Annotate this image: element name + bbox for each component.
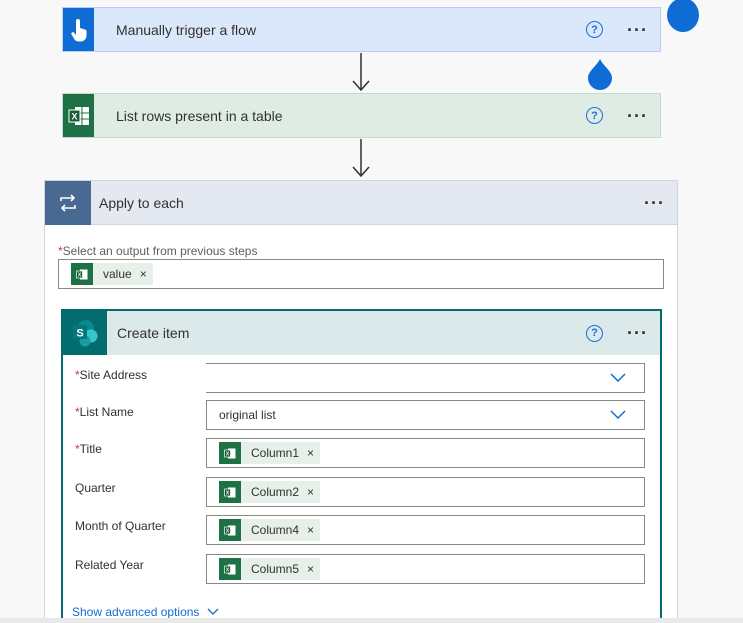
excel-icon: X: [63, 94, 94, 137]
help-icon[interactable]: ?: [586, 21, 604, 38]
more-options-button[interactable]: ···: [644, 194, 665, 212]
close-icon[interactable]: ×: [140, 267, 147, 281]
close-icon[interactable]: ×: [307, 446, 314, 460]
column1-token[interactable]: X Column1 ×: [219, 442, 321, 464]
output-field-label: *Select an output from previous steps: [58, 244, 258, 258]
list-name-row: *List Name original list: [63, 400, 660, 430]
apply-to-each-header[interactable]: Apply to each ···: [45, 180, 677, 225]
excel-title: List rows present in a table: [116, 107, 283, 124]
excel-icon: X: [219, 442, 241, 464]
title-row: *Title X Column1 ×: [63, 438, 660, 468]
related-year-input[interactable]: X Column5 ×: [206, 554, 645, 584]
more-options-button[interactable]: ···: [627, 324, 648, 342]
chevron-down-icon: [610, 410, 626, 420]
excel-icon: X: [71, 263, 93, 285]
site-address-label: *Site Address: [75, 368, 148, 382]
column2-token[interactable]: X Column2 ×: [219, 481, 321, 503]
flow-arrow: [352, 53, 370, 92]
close-icon[interactable]: ×: [307, 523, 314, 537]
close-icon[interactable]: ×: [307, 485, 314, 499]
related-year-label: Related Year: [75, 558, 144, 572]
month-of-quarter-input[interactable]: X Column4 ×: [206, 515, 645, 545]
value-token[interactable]: X value ×: [71, 263, 153, 285]
quarter-label: Quarter: [75, 481, 116, 495]
title-input[interactable]: X Column1 ×: [206, 438, 645, 468]
token-label: value: [103, 267, 132, 281]
output-input[interactable]: X value ×: [58, 259, 664, 289]
excel-icon: X: [219, 481, 241, 503]
trigger-card[interactable]: Manually trigger a flow ? ···: [62, 7, 661, 52]
apply-to-each-card: Apply to each ··· *Select an output from…: [44, 180, 678, 623]
help-icon[interactable]: ?: [586, 324, 604, 342]
touch-trigger-icon: [63, 8, 94, 51]
column4-token[interactable]: X Column4 ×: [219, 519, 321, 541]
bottom-edge: [0, 618, 743, 623]
excel-icon: X: [219, 558, 241, 580]
month-of-quarter-label: Month of Quarter: [75, 519, 166, 533]
site-address-dropdown[interactable]: [206, 363, 645, 393]
svg-text:S: S: [76, 328, 83, 340]
create-item-card: S Create item ? ··· *Site Address *List …: [61, 309, 662, 623]
help-icon[interactable]: ?: [586, 107, 604, 124]
list-name-value: original list: [219, 408, 276, 422]
quarter-row: Quarter X Column2 ×: [63, 477, 660, 507]
quarter-input[interactable]: X Column2 ×: [206, 477, 645, 507]
chevron-down-icon: [610, 373, 626, 383]
more-options-button[interactable]: ···: [627, 107, 648, 125]
list-name-label: *List Name: [75, 405, 134, 419]
create-item-title: Create item: [117, 325, 190, 341]
excel-icon: X: [219, 519, 241, 541]
show-advanced-options-link[interactable]: Show advanced options: [72, 605, 219, 619]
token-label: Column2: [251, 485, 300, 499]
title-label: *Title: [75, 442, 102, 456]
chevron-down-icon: [207, 608, 219, 615]
related-year-row: Related Year X Column5 ×: [63, 554, 660, 584]
token-label: Column1: [251, 446, 300, 460]
column5-token[interactable]: X Column5 ×: [219, 558, 321, 580]
more-options-button[interactable]: ···: [627, 21, 648, 39]
excel-list-rows-card[interactable]: X List rows present in a table ? ···: [62, 93, 661, 138]
list-name-dropdown[interactable]: original list: [206, 400, 645, 430]
apply-to-each-title: Apply to each: [99, 194, 184, 211]
sharepoint-icon: S: [63, 311, 107, 355]
token-label: Column4: [251, 523, 300, 537]
cursor-indicator: [667, 0, 699, 32]
trigger-title: Manually trigger a flow: [116, 21, 257, 38]
token-label: Column5: [251, 562, 300, 576]
loop-icon: [45, 180, 91, 225]
drop-indicator: [588, 59, 612, 90]
month-of-quarter-row: Month of Quarter X Column4 ×: [63, 515, 660, 545]
site-address-row: *Site Address: [63, 363, 660, 393]
close-icon[interactable]: ×: [307, 562, 314, 576]
create-item-header[interactable]: S Create item ? ···: [63, 311, 660, 355]
flow-arrow: [352, 139, 370, 178]
svg-text:X: X: [71, 111, 77, 121]
